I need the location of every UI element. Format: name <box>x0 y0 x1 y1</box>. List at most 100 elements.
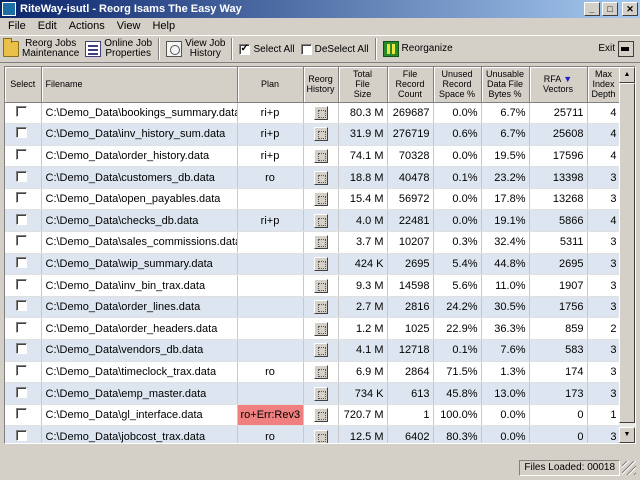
table-row[interactable]: C:\Demo_Data\gl_interface.data ro+Err:Rev… <box>5 404 621 427</box>
row-select-checkbox[interactable] <box>5 296 42 319</box>
row-select-checkbox[interactable] <box>5 209 42 233</box>
col-header-rfa-vectors[interactable]: RFA ▼ Vectors <box>529 67 588 103</box>
row-reorg-history[interactable] <box>303 102 339 125</box>
history-button-icon[interactable] <box>313 386 328 401</box>
row-select-checkbox[interactable] <box>5 404 42 427</box>
col-header-plan[interactable]: Plan <box>237 67 304 103</box>
deselect-all-check[interactable] <box>300 43 312 55</box>
table-row[interactable]: C:\Demo_Data\jobcost_trax.data ro 12.5 M 64… <box>5 425 621 443</box>
col-header-unusable-data-file-bytes[interactable]: Unusable Data File Bytes % <box>481 67 530 103</box>
menu-file[interactable]: File <box>2 20 32 32</box>
col-header-unused-record-space[interactable]: Unused Record Space % <box>433 67 482 103</box>
row-checkbox[interactable] <box>15 148 27 160</box>
table-row[interactable]: C:\Demo_Data\checks_db.data ri+p 4.0 M 2248… <box>5 209 621 233</box>
resize-grip-icon[interactable] <box>622 461 636 475</box>
row-select-checkbox[interactable] <box>5 317 42 341</box>
row-select-checkbox[interactable] <box>5 339 42 362</box>
select-all-check[interactable] <box>239 43 251 55</box>
table-row[interactable]: C:\Demo_Data\timeclock_trax.data ro 6.9 M2… <box>5 361 621 384</box>
table-row[interactable]: C:\Demo_Data\order_lines.data 2.7 M 2816 24… <box>5 296 621 319</box>
scroll-thumb[interactable] <box>619 83 635 423</box>
history-button-icon[interactable] <box>313 127 328 142</box>
history-button-icon[interactable] <box>313 213 328 228</box>
history-button-icon[interactable] <box>313 192 328 207</box>
row-select-checkbox[interactable] <box>5 231 42 254</box>
history-button-icon[interactable] <box>313 300 328 315</box>
table-row[interactable]: C:\Demo_Data\wip_summary.data 424 K 2695 5.… <box>5 253 621 276</box>
row-reorg-history[interactable] <box>303 425 339 443</box>
row-reorg-history[interactable] <box>303 339 339 362</box>
menu-edit[interactable]: Edit <box>32 20 63 32</box>
row-reorg-history[interactable] <box>303 382 339 405</box>
row-checkbox[interactable] <box>15 213 27 225</box>
row-reorg-history[interactable] <box>303 209 339 233</box>
row-select-checkbox[interactable] <box>5 188 42 211</box>
maximize-button[interactable]: □ <box>602 2 618 16</box>
col-header-total-file-size[interactable]: Total File Size <box>338 67 388 103</box>
row-reorg-history[interactable] <box>303 166 339 189</box>
row-reorg-history[interactable] <box>303 274 339 297</box>
scroll-up-icon[interactable]: ▲ <box>619 67 635 83</box>
history-button-icon[interactable] <box>313 170 328 185</box>
history-button-icon[interactable] <box>313 235 328 250</box>
history-button-icon[interactable] <box>313 321 328 336</box>
table-row[interactable]: C:\Demo_Data\customers_db.data ro 18.8 M 40… <box>5 166 621 189</box>
row-reorg-history[interactable] <box>303 145 339 168</box>
row-checkbox[interactable] <box>15 364 27 376</box>
menu-help[interactable]: Help <box>146 20 181 32</box>
col-header-file-record-count[interactable]: File Record Count <box>387 67 434 103</box>
table-row[interactable]: C:\Demo_Data\sales_commissions.data 3.7 M… <box>5 231 621 254</box>
row-checkbox[interactable] <box>15 300 27 312</box>
row-select-checkbox[interactable] <box>5 253 42 276</box>
table-row[interactable]: C:\Demo_Data\vendors_db.data 4.1 M 12718 0.… <box>5 339 621 362</box>
row-checkbox[interactable] <box>15 235 27 247</box>
row-checkbox[interactable] <box>15 127 27 139</box>
close-button[interactable]: ✕ <box>622 2 638 16</box>
table-row[interactable]: C:\Demo_Data\inv_history_sum.data ri+p 31.… <box>5 123 621 146</box>
history-button-icon[interactable] <box>313 408 328 423</box>
row-select-checkbox[interactable] <box>5 166 42 189</box>
history-button-icon[interactable] <box>313 256 328 271</box>
minimize-button[interactable]: _ <box>584 2 600 16</box>
row-reorg-history[interactable] <box>303 404 339 427</box>
scroll-down-icon[interactable]: ▼ <box>619 427 635 443</box>
row-checkbox[interactable] <box>15 256 27 268</box>
row-select-checkbox[interactable] <box>5 102 42 125</box>
vertical-scrollbar[interactable]: ▲ ▼ <box>619 67 635 443</box>
row-select-checkbox[interactable] <box>5 123 42 146</box>
row-reorg-history[interactable] <box>303 317 339 341</box>
deselect-all-checkbox[interactable]: DeSelect All <box>298 43 372 55</box>
row-checkbox[interactable] <box>15 192 27 204</box>
row-checkbox[interactable] <box>15 343 27 355</box>
history-button-icon[interactable] <box>313 343 328 358</box>
table-row[interactable]: C:\Demo_Data\bookings_summary.data ri+p 80… <box>5 102 621 125</box>
table-row[interactable]: C:\Demo_Data\order_history.data ri+p 74.1 … <box>5 145 621 168</box>
history-button-icon[interactable] <box>313 429 328 443</box>
reorg-jobs-maintenance-button[interactable]: Reorg Jobs Maintenance <box>0 36 82 62</box>
history-button-icon[interactable] <box>313 278 328 293</box>
online-job-properties-button[interactable]: Online Job Properties <box>82 36 155 62</box>
col-header-select[interactable]: Select <box>5 67 42 103</box>
row-select-checkbox[interactable] <box>5 361 42 384</box>
menu-view[interactable]: View <box>111 20 147 32</box>
row-checkbox[interactable] <box>15 429 27 441</box>
table-row[interactable]: C:\Demo_Data\inv_bin_trax.data 9.3 M 14598… <box>5 274 621 297</box>
select-all-checkbox[interactable]: Select All <box>236 43 297 55</box>
table-row[interactable]: C:\Demo_Data\emp_master.data 734 K 613 45.8… <box>5 382 621 405</box>
table-row[interactable]: C:\Demo_Data\order_headers.data 1.2 M 1025… <box>5 317 621 341</box>
exit-button[interactable]: Exit <box>595 36 640 62</box>
row-reorg-history[interactable] <box>303 123 339 146</box>
menu-actions[interactable]: Actions <box>63 20 111 32</box>
reorganize-button[interactable]: Reorganize <box>380 36 456 62</box>
row-checkbox[interactable] <box>15 278 27 290</box>
history-button-icon[interactable] <box>313 105 328 120</box>
view-job-history-button[interactable]: View Job History <box>163 36 228 62</box>
history-button-icon[interactable] <box>313 148 328 163</box>
row-reorg-history[interactable] <box>303 253 339 276</box>
col-header-filename[interactable]: Filename <box>41 67 238 103</box>
row-select-checkbox[interactable] <box>5 274 42 297</box>
history-button-icon[interactable] <box>313 364 328 379</box>
row-checkbox[interactable] <box>15 386 27 398</box>
row-reorg-history[interactable] <box>303 361 339 384</box>
row-select-checkbox[interactable] <box>5 425 42 443</box>
